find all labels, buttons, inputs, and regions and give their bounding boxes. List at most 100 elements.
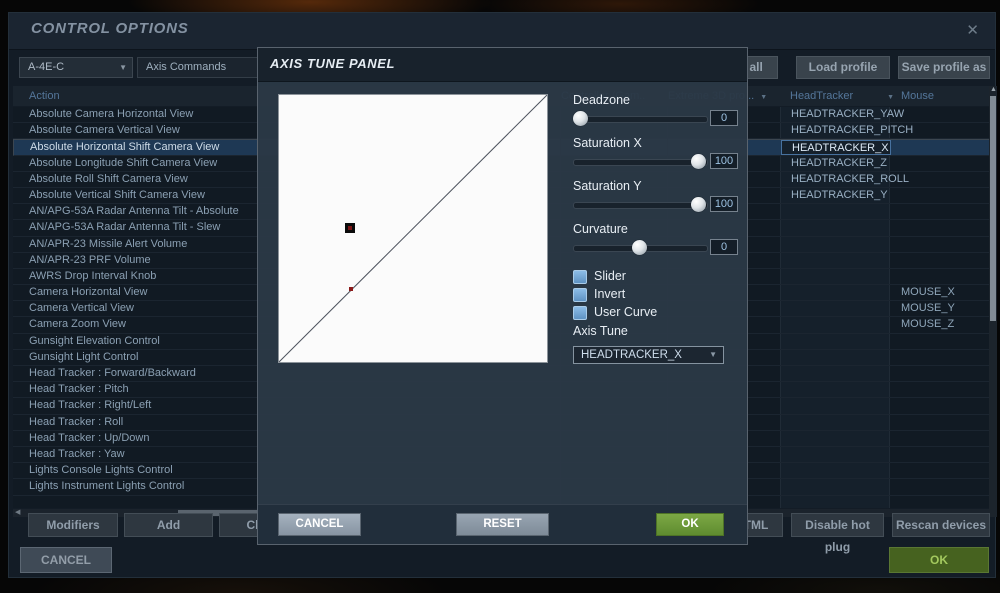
headtracker-cell[interactable]: [780, 414, 890, 430]
action-cell[interactable]: Absolute Roll Shift Camera View: [29, 172, 188, 187]
saturation-x-label: Saturation X: [573, 136, 642, 150]
headtracker-cell[interactable]: HEADTRACKER_Y: [780, 187, 890, 204]
axis-tune-select-value: HEADTRACKER_X: [581, 349, 682, 361]
headtracker-cell[interactable]: HEADTRACKER_Z: [780, 155, 890, 171]
action-cell[interactable]: Gunsight Elevation Control: [29, 334, 160, 349]
saturation-y-slider-handle[interactable]: [691, 197, 706, 212]
deadzone-label: Deadzone: [573, 93, 630, 107]
headtracker-cell[interactable]: HEADTRACKER_YAW: [780, 107, 904, 123]
action-cell[interactable]: Camera Zoom View: [29, 317, 126, 332]
headtracker-cell[interactable]: [780, 252, 890, 268]
axis-tune-select[interactable]: HEADTRACKER_X ▼: [573, 346, 724, 364]
mouse-cell[interactable]: MOUSE_Z: [901, 317, 954, 332]
axis-response-curve-graph[interactable]: [278, 94, 548, 363]
sort-arrow-icon: ▼: [760, 94, 768, 101]
deadzone-slider[interactable]: [573, 111, 708, 126]
headtracker-cell[interactable]: HEADTRACKER_ROLL: [780, 171, 909, 187]
vertical-scrollbar[interactable]: ▲: [989, 86, 997, 517]
deadzone-value[interactable]: 0: [710, 110, 738, 126]
axis-position-marker-center: [348, 226, 352, 230]
action-cell[interactable]: Absolute Vertical Shift Camera View: [29, 188, 205, 203]
headtracker-cell[interactable]: [780, 220, 890, 236]
saturation-x-slider-handle[interactable]: [691, 154, 706, 169]
headtracker-cell[interactable]: [780, 236, 890, 252]
action-cell[interactable]: Head Tracker : Up/Down: [29, 431, 149, 446]
action-cell[interactable]: Head Tracker : Roll: [29, 415, 123, 430]
column-header-action[interactable]: Action: [29, 86, 60, 106]
headtracker-cell[interactable]: [780, 349, 890, 365]
action-cell[interactable]: Absolute Camera Vertical View: [29, 123, 180, 138]
mouse-cell[interactable]: MOUSE_Y: [901, 301, 955, 316]
action-cell[interactable]: Lights Console Lights Control: [29, 463, 173, 478]
action-cell[interactable]: AN/APR-23 PRF Volume: [29, 253, 151, 268]
headtracker-cell[interactable]: [780, 366, 890, 382]
headtracker-cell[interactable]: [780, 479, 890, 495]
action-cell[interactable]: AN/APG-53A Radar Antenna Tilt - Absolute: [29, 204, 239, 219]
headtracker-cell[interactable]: HEADTRACKER_PITCH: [780, 123, 913, 139]
action-cell[interactable]: Lights Instrument Lights Control: [29, 479, 184, 494]
headtracker-cell[interactable]: [780, 301, 890, 317]
mouse-cell[interactable]: MOUSE_X: [901, 285, 955, 300]
saturation-y-label: Saturation Y: [573, 179, 642, 193]
action-cell[interactable]: Head Tracker : Pitch: [29, 382, 129, 397]
saturation-y-slider[interactable]: [573, 197, 708, 212]
headtracker-cell[interactable]: HEADTRACKER_X: [781, 140, 891, 155]
ok-button[interactable]: OK: [889, 547, 989, 573]
curvature-slider[interactable]: [573, 240, 708, 255]
sort-arrow-icon: ▼: [887, 94, 895, 101]
saturation-y-value[interactable]: 100: [710, 196, 738, 212]
headtracker-cell[interactable]: [780, 317, 890, 333]
modal-ok-button[interactable]: OK: [656, 513, 724, 536]
save-profile-as-button[interactable]: Save profile as: [898, 56, 990, 79]
action-cell[interactable]: Camera Horizontal View: [29, 285, 147, 300]
action-cell[interactable]: Absolute Horizontal Shift Camera View: [30, 140, 219, 155]
screen: CONTROL OPTIONS ✕ A-4E-C ▼ Axis Commands…: [0, 0, 1000, 593]
action-cell[interactable]: Head Tracker : Forward/Backward: [29, 366, 196, 381]
action-cell[interactable]: Gunsight Light Control: [29, 350, 138, 365]
headtracker-cell[interactable]: [780, 268, 890, 285]
action-cell[interactable]: Camera Vertical View: [29, 301, 134, 316]
close-icon[interactable]: ✕: [966, 21, 979, 39]
headtracker-cell[interactable]: [780, 430, 890, 446]
modifiers-button[interactable]: Modifiers: [28, 513, 118, 537]
saturation-x-value[interactable]: 100: [710, 153, 738, 169]
headtracker-cell[interactable]: [780, 204, 890, 220]
column-header-headtracker[interactable]: HeadTracker ▼: [790, 86, 894, 108]
checkbox-icon[interactable]: [573, 288, 587, 302]
scroll-up-icon[interactable]: ▲: [990, 86, 997, 94]
action-cell[interactable]: AWRS Drop Interval Knob: [29, 269, 156, 284]
rescan-devices-button[interactable]: Rescan devices: [892, 513, 990, 537]
headtracker-cell[interactable]: [780, 382, 890, 398]
invert-checkbox-label: Invert: [594, 287, 626, 301]
action-cell[interactable]: Absolute Camera Horizontal View: [29, 107, 193, 122]
disable-hot-plug-button[interactable]: Disable hot plug: [791, 513, 884, 554]
action-cell[interactable]: Absolute Longitude Shift Camera View: [29, 156, 217, 171]
modal-cancel-button[interactable]: CANCEL: [278, 513, 361, 536]
saturation-x-slider[interactable]: [573, 154, 708, 169]
headtracker-cell[interactable]: [780, 446, 890, 463]
headtracker-cell[interactable]: [780, 398, 890, 414]
vertical-scrollbar-thumb[interactable]: [990, 96, 996, 321]
curvature-value[interactable]: 0: [710, 239, 738, 255]
checkbox-icon[interactable]: [573, 270, 587, 284]
action-cell[interactable]: AN/APG-53A Radar Antenna Tilt - Slew: [29, 220, 220, 235]
headtracker-cell[interactable]: [780, 495, 890, 508]
add-button[interactable]: Add: [124, 513, 213, 537]
curvature-slider-handle[interactable]: [632, 240, 647, 255]
action-cell[interactable]: AN/APR-23 Missile Alert Volume: [29, 237, 187, 252]
aircraft-select-value: A-4E-C: [28, 61, 65, 73]
action-cell[interactable]: Head Tracker : Right/Left: [29, 398, 151, 413]
aircraft-select[interactable]: A-4E-C ▼: [19, 57, 133, 78]
headtracker-cell[interactable]: [780, 463, 890, 479]
scroll-left-icon[interactable]: ◀: [15, 509, 20, 517]
deadzone-slider-handle[interactable]: [573, 111, 588, 126]
modal-footer: CANCEL RESET OK: [258, 504, 747, 544]
action-cell[interactable]: Head Tracker : Yaw: [29, 447, 125, 462]
headtracker-cell[interactable]: [780, 333, 890, 349]
load-profile-button[interactable]: Load profile: [796, 56, 890, 79]
cancel-button[interactable]: CANCEL: [20, 547, 112, 573]
checkbox-icon[interactable]: [573, 306, 587, 320]
headtracker-cell[interactable]: [780, 285, 890, 301]
column-header-mouse[interactable]: Mouse: [901, 86, 934, 106]
modal-reset-button[interactable]: RESET: [456, 513, 549, 536]
